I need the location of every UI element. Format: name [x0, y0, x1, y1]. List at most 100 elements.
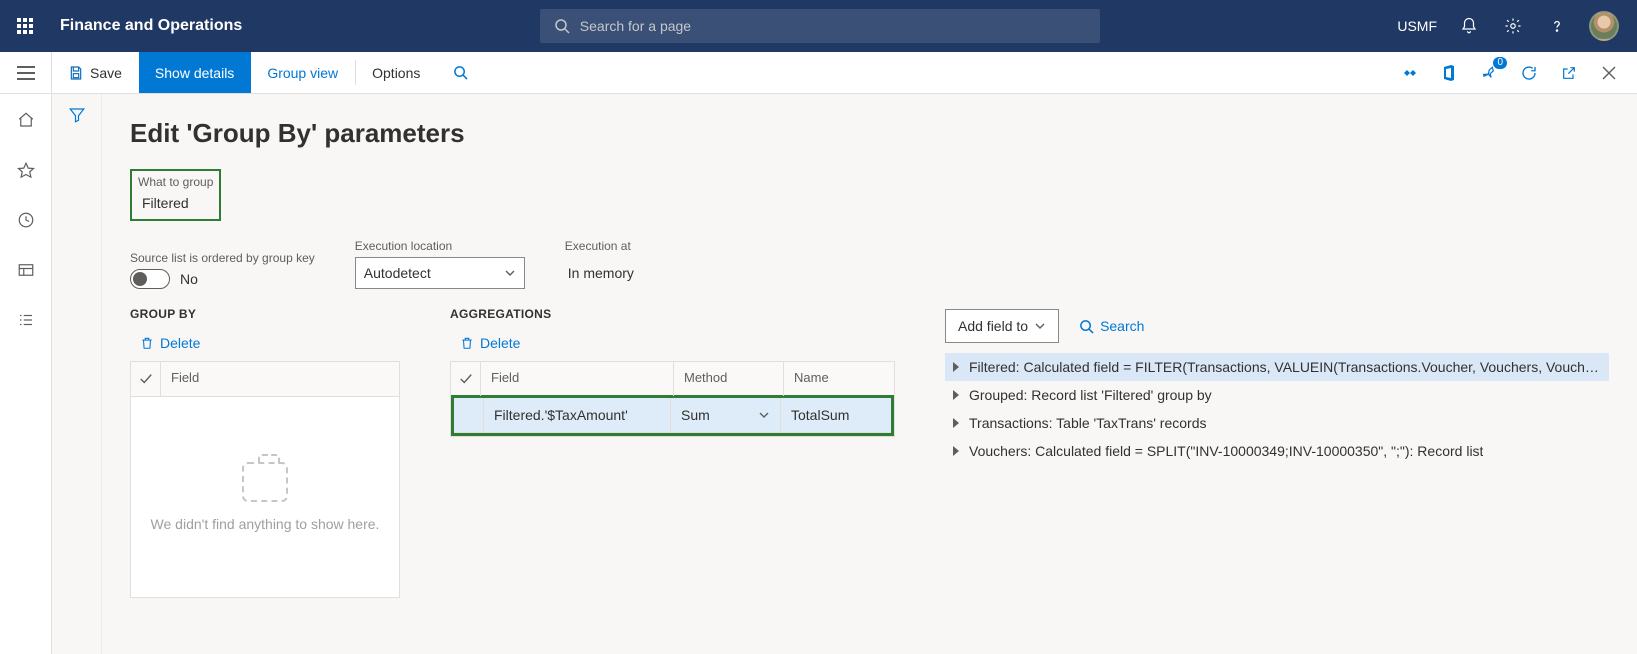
ordered-toggle[interactable]: No	[130, 269, 315, 289]
group-by-empty-state: We didn't find anything to show here.	[131, 397, 399, 597]
tree-item-text: Transactions: Table 'TaxTrans' records	[969, 415, 1206, 431]
what-to-group-label: What to group	[138, 175, 213, 189]
nav-favorites[interactable]	[14, 158, 38, 182]
office-icon	[1441, 64, 1457, 82]
agg-row-field[interactable]: Filtered.'$TaxAmount'	[484, 398, 671, 432]
tree-item-text: Filtered: Calculated field = FILTER(Tran…	[969, 359, 1601, 375]
connector-button[interactable]	[1397, 61, 1421, 85]
agg-select-all[interactable]	[451, 362, 481, 396]
ordered-value: No	[180, 271, 198, 287]
star-icon	[17, 161, 35, 179]
page-title: Edit 'Group By' parameters	[130, 118, 1609, 149]
command-bar: Save Show details Group view Options 0	[0, 52, 1637, 94]
agg-header-method[interactable]: Method	[674, 362, 784, 396]
company-label[interactable]: USMF	[1397, 18, 1437, 34]
aggregations-section: AGGREGATIONS Delete Field Method Name	[450, 307, 895, 437]
panel-search-button[interactable]: Search	[1079, 318, 1144, 334]
table-row[interactable]: Filtered.'$TaxAmount' Sum TotalSum	[454, 398, 891, 433]
exec-location-field: Execution location Autodetect	[355, 239, 525, 289]
trash-icon	[460, 335, 474, 351]
gear-icon	[1504, 17, 1522, 35]
aggregations-grid-header: Field Method Name	[451, 362, 894, 397]
aggregations-grid: Field Method Name Filtered.'$TaxAmount' …	[450, 361, 895, 437]
exec-at-label: Execution at	[565, 239, 735, 253]
chevron-down-icon	[1034, 320, 1046, 332]
tree-item[interactable]: Vouchers: Calculated field = SPLIT("INV-…	[945, 437, 1609, 465]
workspace-icon	[17, 261, 35, 279]
question-icon	[1548, 17, 1566, 35]
agg-row-method[interactable]: Sum	[671, 398, 781, 432]
aggregations-delete-label: Delete	[480, 335, 520, 351]
triangle-right-icon	[953, 390, 959, 400]
search-wrap: Search for a page	[242, 9, 1397, 43]
group-view-button[interactable]: Group view	[251, 52, 355, 93]
aggregations-heading: AGGREGATIONS	[450, 307, 895, 321]
group-by-heading: GROUP BY	[130, 307, 400, 321]
global-search-input[interactable]: Search for a page	[540, 9, 1100, 43]
check-icon	[139, 372, 153, 386]
filter-strip	[52, 94, 102, 654]
data-source-tree: Filtered: Calculated field = FILTER(Tran…	[945, 353, 1609, 465]
settings-button[interactable]	[1501, 14, 1525, 38]
office-button[interactable]	[1437, 61, 1461, 85]
cmd-right-tools: 0	[1397, 52, 1637, 93]
data-source-panel: Add field to Search Filtered: Calculated…	[945, 307, 1609, 465]
filter-button[interactable]	[68, 106, 86, 654]
exec-location-select[interactable]: Autodetect	[355, 257, 525, 289]
agg-row-name[interactable]: TotalSum	[781, 398, 891, 432]
empty-folder-icon	[242, 462, 288, 502]
notifications-button[interactable]	[1457, 14, 1481, 38]
clock-icon	[17, 211, 35, 229]
exec-location-label: Execution location	[355, 239, 525, 253]
search-icon	[554, 18, 570, 34]
agg-header-field[interactable]: Field	[481, 362, 674, 396]
close-button[interactable]	[1597, 61, 1621, 85]
bell-icon	[1460, 17, 1478, 35]
group-by-grid-header: Field	[131, 362, 399, 397]
save-button[interactable]: Save	[52, 52, 139, 93]
attachments-button[interactable]: 0	[1477, 61, 1501, 85]
group-by-delete-button[interactable]: Delete	[130, 329, 400, 361]
nav-modules[interactable]	[14, 308, 38, 332]
agg-row-checkbox[interactable]	[454, 398, 484, 432]
popout-button[interactable]	[1557, 61, 1581, 85]
nav-workspaces[interactable]	[14, 258, 38, 282]
what-to-group-value[interactable]: Filtered	[138, 193, 213, 213]
refresh-button[interactable]	[1517, 61, 1541, 85]
options-button[interactable]: Options	[356, 52, 437, 93]
save-label: Save	[90, 65, 122, 81]
nav-recent[interactable]	[14, 208, 38, 232]
triangle-right-icon	[953, 362, 959, 372]
nav-toggle-button[interactable]	[0, 52, 52, 93]
triangle-right-icon	[953, 446, 959, 456]
group-by-header-field[interactable]: Field	[161, 362, 399, 396]
panel-search-label: Search	[1100, 318, 1144, 334]
tree-item[interactable]: Transactions: Table 'TaxTrans' records	[945, 409, 1609, 437]
chevron-down-icon	[758, 409, 770, 421]
exec-location-value: Autodetect	[364, 265, 431, 281]
aggregations-delete-button[interactable]: Delete	[450, 329, 895, 361]
app-launcher-button[interactable]	[10, 11, 40, 41]
add-field-to-button[interactable]: Add field to	[945, 309, 1059, 343]
search-placeholder: Search for a page	[580, 18, 691, 34]
group-by-select-all[interactable]	[131, 362, 161, 396]
help-button[interactable]	[1545, 14, 1569, 38]
triangle-right-icon	[953, 418, 959, 428]
top-right-tools: USMF	[1397, 11, 1627, 41]
close-icon	[1602, 66, 1616, 80]
attachments-badge: 0	[1493, 57, 1507, 69]
find-button[interactable]	[437, 52, 485, 93]
show-details-button[interactable]: Show details	[139, 52, 251, 93]
exec-at-field: Execution at In memory	[565, 239, 735, 289]
tree-item[interactable]: Filtered: Calculated field = FILTER(Tran…	[945, 353, 1609, 381]
popout-icon	[1561, 65, 1577, 81]
funnel-icon	[68, 106, 86, 124]
tree-item[interactable]: Grouped: Record list 'Filtered' group by	[945, 381, 1609, 409]
exec-at-value-wrap: In memory	[565, 257, 735, 289]
home-icon	[17, 111, 35, 129]
agg-row-highlight: Filtered.'$TaxAmount' Sum TotalSum	[451, 395, 894, 436]
show-details-label: Show details	[155, 65, 234, 81]
nav-home[interactable]	[14, 108, 38, 132]
agg-header-name[interactable]: Name	[784, 362, 894, 396]
user-avatar[interactable]	[1589, 11, 1619, 41]
